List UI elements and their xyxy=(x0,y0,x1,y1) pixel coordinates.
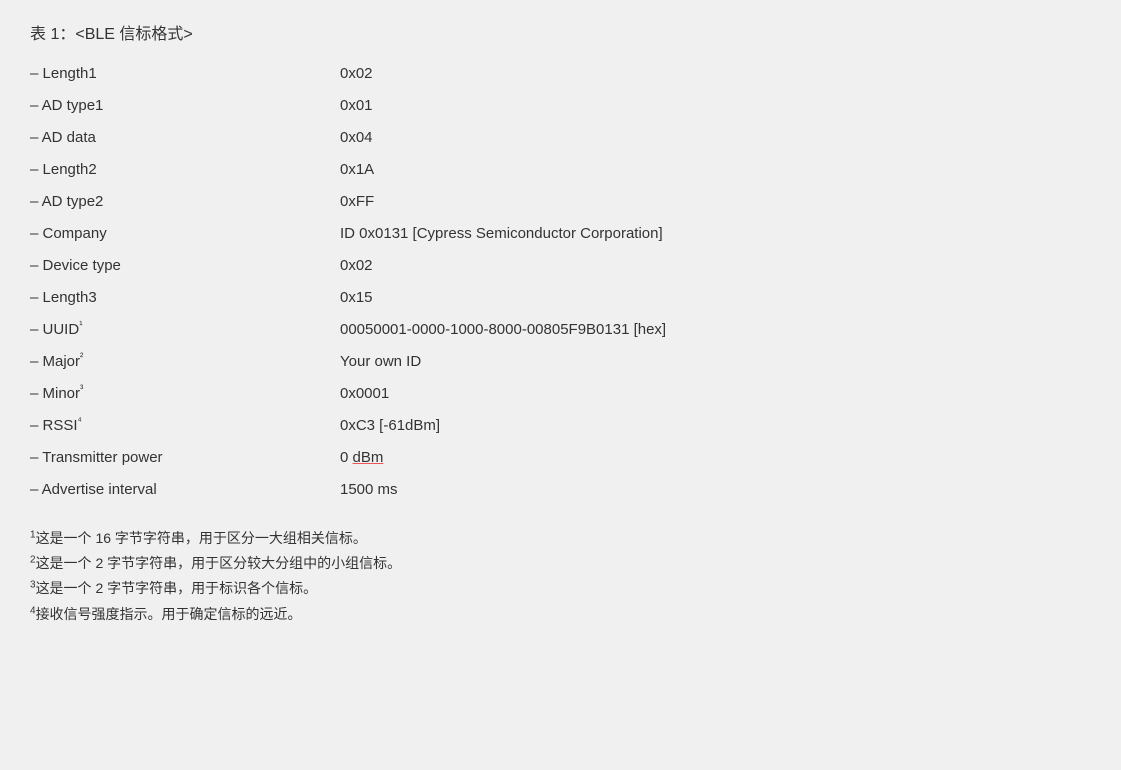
row-label: – AD type2 xyxy=(30,190,340,214)
table-row: – AD type10x01 xyxy=(30,90,1091,122)
row-value: 0x02 xyxy=(340,254,373,278)
row-value: 0x01 xyxy=(340,94,373,118)
table-row: – RSSI⁴0xC3 [-61dBm] xyxy=(30,410,1091,442)
row-label: – UUID¹ xyxy=(30,318,340,342)
row-value: 0x1A xyxy=(340,158,374,182)
row-label: – Device type xyxy=(30,254,340,278)
table-row: – Device type0x02 xyxy=(30,250,1091,282)
row-value: Your own ID xyxy=(340,350,421,374)
table-row: – Length20x1A xyxy=(30,154,1091,186)
row-label: – AD data xyxy=(30,126,340,150)
row-value: 0xFF xyxy=(340,190,374,214)
row-value: 0x04 xyxy=(340,126,373,150)
row-value: 0x02 xyxy=(340,62,373,86)
row-value: 0 dBm xyxy=(340,446,383,470)
row-value: 00050001-0000-1000-8000-00805F9B0131 [he… xyxy=(340,318,666,342)
ble-table: – Length10x02– AD type10x01– AD data0x04… xyxy=(30,58,1091,506)
row-label: – Length3 xyxy=(30,286,340,310)
footnotes-section: 1这是一个 16 字节字符串，用于区分一大组相关信标。2这是一个 2 字节字符串… xyxy=(30,526,1091,627)
table-row: – AD type20xFF xyxy=(30,186,1091,218)
row-value: 0x0001 xyxy=(340,382,389,406)
table-row: – Advertise interval1500 ms xyxy=(30,474,1091,506)
row-label: – RSSI⁴ xyxy=(30,414,340,438)
row-label: – Advertise interval xyxy=(30,478,340,502)
table-row: – Minor³0x0001 xyxy=(30,378,1091,410)
row-label: – AD type1 xyxy=(30,94,340,118)
table-row: – Length30x15 xyxy=(30,282,1091,314)
row-value: 0x15 xyxy=(340,286,373,310)
table-row: – CompanyID 0x0131 [Cypress Semiconducto… xyxy=(30,218,1091,250)
footnote-item: 2这是一个 2 字节字符串，用于区分较大分组中的小组信标。 xyxy=(30,551,1091,576)
row-value: 0xC3 [-61dBm] xyxy=(340,414,440,438)
table-row: – Major²Your own ID xyxy=(30,346,1091,378)
row-label: – Transmitter power xyxy=(30,446,340,470)
table-row: – UUID¹00050001-0000-1000-8000-00805F9B0… xyxy=(30,314,1091,346)
table-row: – AD data0x04 xyxy=(30,122,1091,154)
row-label: – Major² xyxy=(30,350,340,374)
row-value: ID 0x0131 [Cypress Semiconductor Corpora… xyxy=(340,222,663,246)
footnote-item: 3这是一个 2 字节字符串，用于标识各个信标。 xyxy=(30,576,1091,601)
row-label: – Length1 xyxy=(30,62,340,86)
row-value: 1500 ms xyxy=(340,478,398,502)
page-title: 表 1：<BLE 信标格式> xyxy=(30,20,1091,44)
row-label: – Company xyxy=(30,222,340,246)
row-label: – Minor³ xyxy=(30,382,340,406)
row-label: – Length2 xyxy=(30,158,340,182)
footnote-item: 4接收信号强度指示。用于确定信标的远近。 xyxy=(30,602,1091,627)
footnote-item: 1这是一个 16 字节字符串，用于区分一大组相关信标。 xyxy=(30,526,1091,551)
table-row: – Length10x02 xyxy=(30,58,1091,90)
table-row: – Transmitter power0 dBm xyxy=(30,442,1091,474)
